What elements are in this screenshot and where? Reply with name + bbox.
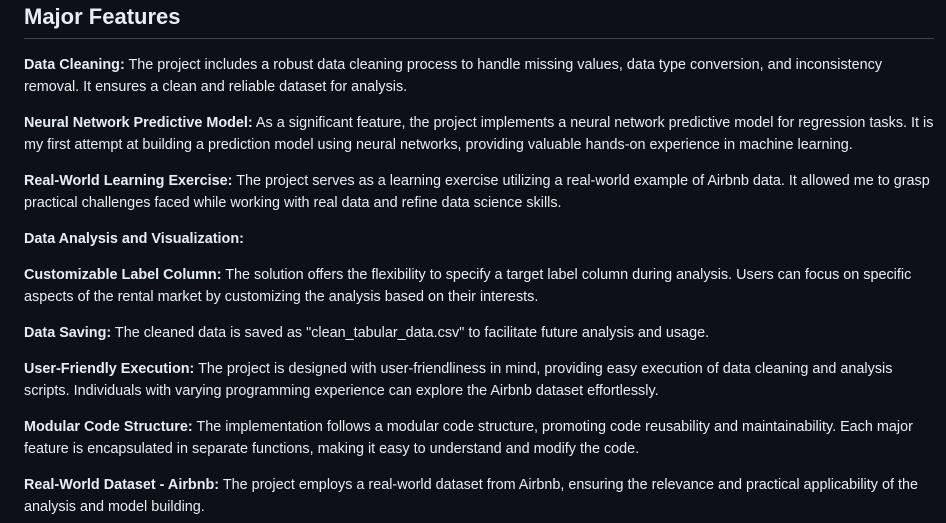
feature-real-world-dataset: Real-World Dataset - Airbnb: The project…	[24, 474, 934, 518]
feature-user-friendly-execution: User-Friendly Execution: The project is …	[24, 358, 934, 402]
feature-label: Real-World Learning Exercise:	[24, 173, 233, 189]
feature-label: User-Friendly Execution:	[24, 361, 195, 377]
feature-modular-code-structure: Modular Code Structure: The implementati…	[24, 416, 934, 460]
feature-data-saving: Data Saving: The cleaned data is saved a…	[24, 322, 934, 344]
section-heading: Major Features	[24, 4, 181, 29]
feature-label: Modular Code Structure:	[24, 419, 193, 435]
readme-section: Major Features Data Cleaning: The projec…	[0, 0, 946, 523]
feature-label: Real-World Dataset - Airbnb:	[24, 477, 220, 493]
heading-divider	[24, 38, 934, 39]
feature-label: Neural Network Predictive Model:	[24, 115, 253, 131]
feature-description: The project includes a robust data clean…	[24, 57, 883, 95]
feature-label: Data Analysis and Visualization:	[24, 231, 244, 247]
feature-customizable-label-column: Customizable Label Column: The solution …	[24, 264, 934, 308]
feature-description: The cleaned data is saved as "clean_tabu…	[111, 325, 710, 341]
feature-label: Customizable Label Column:	[24, 267, 222, 283]
feature-neural-network-model: Neural Network Predictive Model: As a si…	[24, 112, 934, 156]
feature-data-analysis-visualization: Data Analysis and Visualization:	[24, 228, 934, 250]
feature-real-world-learning: Real-World Learning Exercise: The projec…	[24, 170, 934, 214]
features-list: Data Cleaning: The project includes a ro…	[24, 54, 934, 518]
feature-data-cleaning: Data Cleaning: The project includes a ro…	[24, 54, 934, 98]
feature-label: Data Saving:	[24, 325, 112, 341]
feature-label: Data Cleaning:	[24, 57, 125, 73]
